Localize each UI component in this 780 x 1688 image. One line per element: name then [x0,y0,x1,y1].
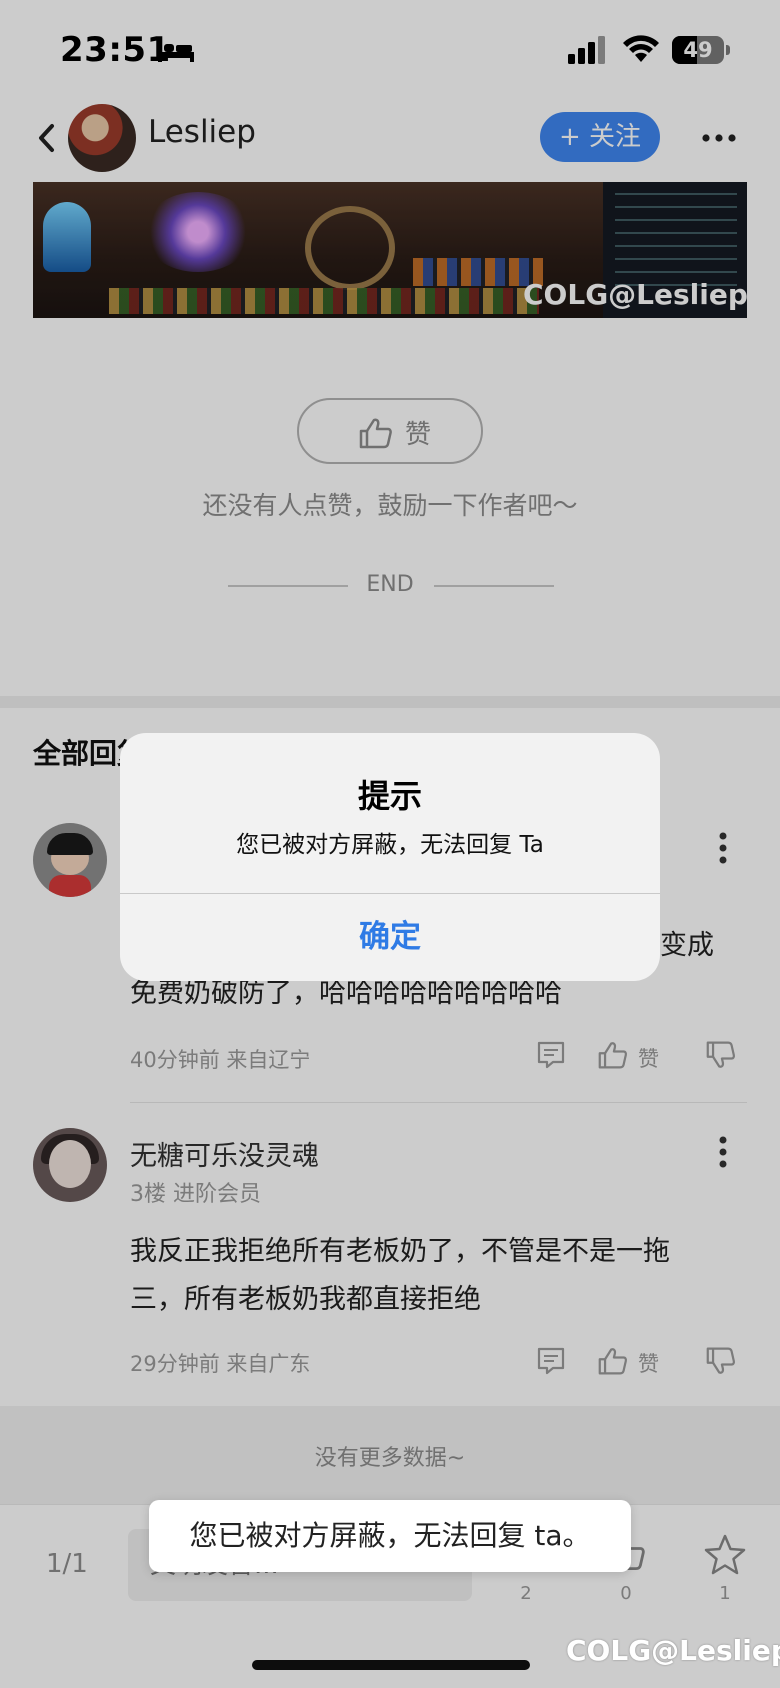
alert-confirm-button[interactable]: 确定 [120,893,660,981]
alert-title: 提示 [357,777,422,815]
footer-watermark: COLG@Lesliep [566,1634,780,1667]
alert-dialog: 提示 您已被对方屏蔽，无法回复 Ta 确定 [120,733,660,981]
alert-message: 您已被对方屏蔽，无法回复 Ta [236,832,544,858]
toast-message: 您已被对方屏蔽，无法回复 ta。 [149,1500,631,1572]
